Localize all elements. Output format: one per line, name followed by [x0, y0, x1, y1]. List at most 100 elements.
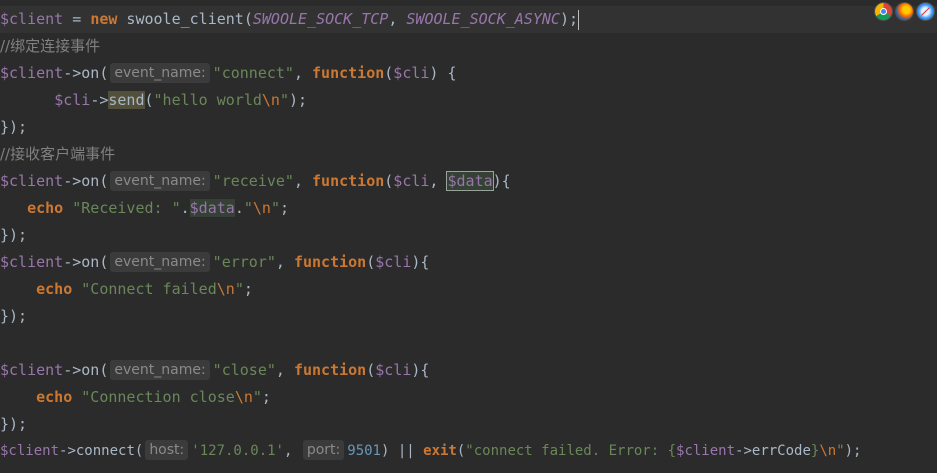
token: \n — [234, 388, 253, 406]
token: ->on( — [63, 172, 109, 190]
token: "connect" — [212, 64, 294, 82]
safari-icon[interactable] — [917, 3, 934, 20]
token: \n — [819, 443, 837, 459]
token: ( — [144, 91, 154, 109]
token: \n — [252, 199, 271, 217]
token: exit — [423, 443, 457, 459]
token: $client — [676, 443, 736, 459]
token: ->connect( — [59, 443, 144, 459]
code-line-13[interactable] — [0, 330, 937, 357]
token: , — [275, 361, 294, 379]
token: , — [283, 443, 301, 459]
token: " — [279, 91, 289, 109]
token: $client — [0, 443, 60, 459]
token: '127.0.0.1' — [191, 443, 284, 459]
token: ( — [384, 64, 394, 82]
token: ); — [289, 91, 308, 109]
token: ); — [559, 10, 578, 28]
token: " — [243, 199, 253, 217]
token: "Connect failed — [72, 280, 217, 298]
code-line-16[interactable]: }); — [0, 411, 937, 438]
token: $cli — [54, 91, 91, 109]
chrome-icon[interactable] — [875, 3, 892, 20]
token: ){ — [411, 253, 430, 271]
code-line-9[interactable]: }); — [0, 222, 937, 249]
comment: //绑定连接事件 — [0, 37, 101, 55]
parameter-hint: host: — [145, 440, 189, 460]
token: \n — [216, 280, 235, 298]
token: SWOOLE_SOCK_ASYNC — [406, 10, 560, 28]
token: ->errCode — [735, 443, 811, 459]
token: }); — [0, 226, 28, 244]
token: ; — [243, 280, 253, 298]
token: . — [180, 199, 190, 217]
code-line-7[interactable]: $client->on(event_name: "receive", functi… — [0, 168, 937, 195]
token: "connect failed. Error: { — [465, 443, 677, 459]
token: swoole_client( — [117, 10, 253, 28]
code-line-6[interactable]: //接收客户端事件 — [0, 141, 937, 168]
code-line-3[interactable]: $client->on(event_name: "connect", functi… — [0, 60, 937, 87]
code-line-15[interactable]: echo "Connection close\n"; — [0, 384, 937, 411]
token: , — [293, 172, 313, 190]
code-line-17[interactable]: $client->connect(host: '127.0.0.1', port:… — [0, 438, 937, 465]
code-line-11[interactable]: echo "Connect failed\n"; — [0, 276, 937, 303]
token: function — [293, 253, 367, 271]
parameter-hint: event_name: — [110, 171, 210, 191]
code-line-5[interactable]: }); — [0, 114, 937, 141]
token: 9501 — [347, 443, 381, 459]
firefox-icon[interactable] — [896, 3, 913, 20]
token: function — [312, 172, 385, 190]
token: ->on( — [63, 253, 109, 271]
token: ); — [844, 443, 862, 459]
token: ( — [384, 172, 394, 190]
code-editor[interactable]: $client = new swoole_client(SWOOLE_SOCK_… — [0, 0, 937, 473]
comment: //接收客户端事件 — [0, 145, 116, 163]
token: ; — [261, 388, 271, 406]
browser-preview-icons — [875, 3, 934, 20]
token: "Connection close — [72, 388, 235, 406]
token: function — [312, 64, 385, 82]
code-line-10[interactable]: $client->on(event_name: "error", function… — [0, 249, 937, 276]
token: ) || — [380, 443, 424, 459]
token: "error" — [212, 253, 276, 271]
token: ) { — [429, 64, 457, 82]
token: "hello world — [153, 91, 262, 109]
token: $client — [0, 172, 64, 190]
text-caret — [578, 9, 579, 30]
token: }); — [0, 118, 28, 136]
code-line-4[interactable]: $cli->send("hello world\n"); — [0, 87, 937, 114]
token: ->on( — [63, 64, 109, 82]
token: echo — [36, 280, 73, 298]
token: $cli — [375, 253, 412, 271]
token: $client — [0, 253, 64, 271]
token: $client — [0, 64, 64, 82]
token: function — [293, 361, 367, 379]
token: $cli — [393, 172, 430, 190]
token: " — [836, 443, 845, 459]
token: $data — [189, 199, 235, 217]
token: " — [252, 388, 262, 406]
token: echo — [27, 199, 64, 217]
code-line-1[interactable]: $client = new swoole_client(SWOOLE_SOCK_… — [0, 6, 937, 33]
token: $client — [0, 361, 64, 379]
code-line-8[interactable]: echo "Received: ".$data."\n"; — [0, 195, 937, 222]
token: ( — [366, 253, 376, 271]
token: \n — [261, 91, 280, 109]
token: $client — [0, 10, 64, 28]
token: }); — [0, 415, 28, 433]
token: }); — [0, 307, 28, 325]
parameter-hint: event_name: — [110, 360, 210, 380]
token: " — [234, 280, 244, 298]
token: $data — [446, 171, 494, 191]
token: -> — [90, 91, 109, 109]
token: " — [270, 199, 280, 217]
token: $cli — [393, 64, 430, 82]
token: , — [275, 253, 294, 271]
token: , — [388, 10, 407, 28]
code-line-2[interactable]: //绑定连接事件 — [0, 33, 937, 60]
code-line-12[interactable]: }); — [0, 303, 937, 330]
code-line-14[interactable]: $client->on(event_name: "close", function… — [0, 357, 937, 384]
